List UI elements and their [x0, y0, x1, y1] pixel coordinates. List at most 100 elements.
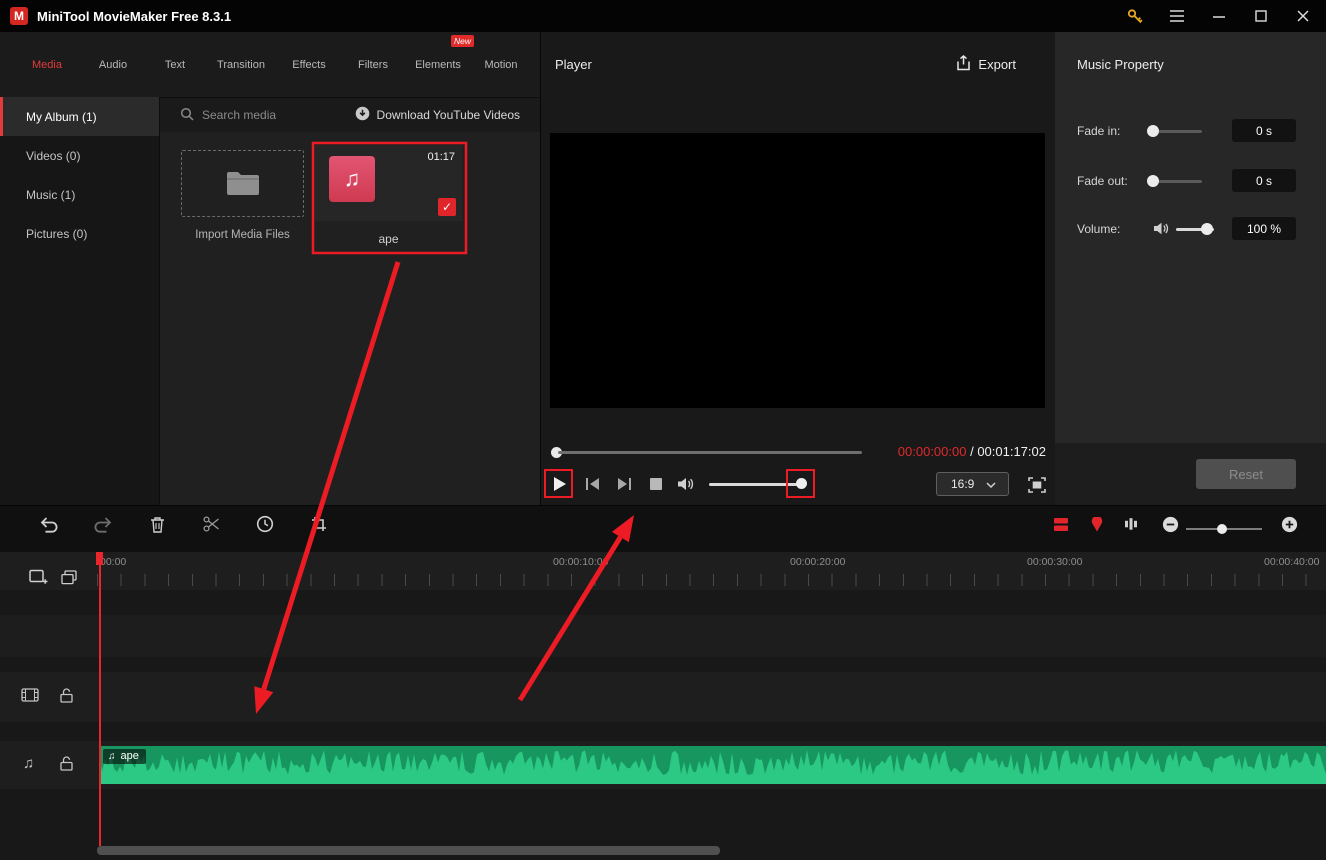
ruler-ticks — [97, 574, 1326, 586]
thumbnail-view-icon[interactable] — [1051, 514, 1071, 534]
marker-icon[interactable] — [1087, 514, 1107, 534]
sidebar-item-my-album[interactable]: My Album (1) — [0, 97, 159, 136]
tab-text[interactable]: Tr Text — [146, 32, 204, 564]
player-title: Player — [555, 57, 592, 72]
timeline-panel: 00:00 00:00:10:00 00:00:20:00 00:00:30:0… — [0, 552, 1326, 860]
current-time: 00:00:00:00 — [897, 444, 967, 459]
reset-button[interactable]: Reset — [1196, 459, 1296, 489]
tab-audio[interactable]: ♪ Audio — [80, 32, 146, 565]
speaker-icon — [1153, 221, 1170, 239]
tab-filters[interactable]: Filters — [340, 32, 406, 564]
fade-out-handle[interactable] — [1147, 175, 1159, 187]
video-track-icon — [21, 688, 39, 702]
chevron-down-icon — [986, 477, 996, 491]
import-media-dropzone[interactable] — [181, 150, 304, 217]
app-window: M MiniTool MovieMaker Free 8.3.1 Media A… — [0, 0, 1326, 860]
timeline-ruler[interactable]: 00:00 00:00:10:00 00:00:20:00 00:00:30:0… — [0, 552, 1326, 590]
sidebar-item-videos[interactable]: Videos (0) — [0, 136, 159, 175]
zoom-in-button[interactable] — [1279, 514, 1299, 534]
sidebar-item-pictures[interactable]: Pictures (0) — [0, 214, 159, 253]
crop-button[interactable] — [309, 514, 329, 534]
track-height-icon[interactable] — [1121, 514, 1141, 534]
close-button[interactable] — [1294, 7, 1312, 25]
tab-transition[interactable]: ⇄ Transition — [204, 32, 278, 565]
sidebar-item-label: Pictures (0) — [26, 226, 88, 241]
license-key-icon[interactable] — [1126, 7, 1144, 25]
aspect-ratio-select[interactable]: 16:9 — [936, 472, 1009, 496]
manage-tracks-icon[interactable] — [61, 570, 77, 585]
play-button[interactable] — [547, 471, 573, 497]
media-duration: 01:17 — [427, 151, 455, 163]
undo-button[interactable] — [39, 514, 59, 534]
menu-icon[interactable] — [1168, 7, 1186, 25]
ruler-label: 00:00:10:00 — [553, 556, 609, 568]
titlebar: M MiniTool MovieMaker Free 8.3.1 — [0, 0, 1326, 32]
media-library: Download YouTube Videos Import Media Fil… — [160, 97, 540, 505]
tab-label: Text — [164, 58, 186, 71]
music-track-lock-icon[interactable] — [60, 756, 73, 771]
sidebar-item-label: Videos (0) — [26, 148, 81, 163]
tab-label: Filters — [358, 58, 388, 71]
property-volume-handle[interactable] — [1201, 223, 1213, 235]
music-property-panel: Fade in: 0 s Fade out: 0 s Volume: 100 % — [1055, 97, 1326, 443]
zoom-slider-handle[interactable] — [1217, 524, 1227, 534]
media-nav-tabs: Media ♪ Audio Tr Text ⇄ Transition Effec… — [0, 32, 540, 565]
minimize-button[interactable] — [1210, 7, 1228, 25]
search-input[interactable] — [202, 108, 312, 122]
library-sidebar: My Album (1) Videos (0) Music (1) Pictur… — [0, 97, 160, 505]
sidebar-item-music[interactable]: Music (1) — [0, 175, 159, 214]
ruler-label: 00:00:40:00 — [1264, 556, 1320, 568]
fullscreen-button[interactable] — [1024, 472, 1050, 498]
media-thumbnail: ♫ 01:17 ✓ — [315, 145, 462, 221]
time-display: 00:00:00:00 / 00:01:17:02 — [898, 444, 1046, 459]
window-title: MiniTool MovieMaker Free 8.3.1 — [37, 8, 232, 24]
stop-button[interactable] — [643, 471, 669, 497]
speed-button[interactable] — [255, 514, 275, 534]
split-scissors-button[interactable] — [201, 514, 221, 534]
elements-track — [0, 615, 1326, 657]
audio-waveform — [99, 750, 1326, 784]
volume-track[interactable] — [709, 483, 797, 486]
video-track-lock-icon[interactable] — [60, 688, 73, 703]
timeline-horizontal-scrollbar[interactable] — [97, 846, 720, 855]
redo-button[interactable] — [93, 514, 113, 534]
property-footer: Reset — [1055, 443, 1326, 505]
player-header: Player Export — [540, 32, 1055, 97]
delete-button[interactable] — [147, 514, 167, 534]
folder-icon — [226, 169, 260, 199]
clip-name: ape — [120, 750, 139, 762]
tab-motion[interactable]: Motion — [470, 32, 532, 564]
maximize-button[interactable] — [1252, 7, 1270, 25]
media-item-ape[interactable]: ♫ 01:17 ✓ ape — [315, 145, 462, 249]
ruler-label: 00:00:20:00 — [790, 556, 846, 568]
add-to-track-icon[interactable] — [29, 569, 48, 585]
next-frame-button[interactable] — [611, 471, 637, 497]
fade-in-value: 0 s — [1232, 119, 1296, 142]
seek-track[interactable] — [558, 451, 862, 454]
download-youtube-button[interactable]: Download YouTube Videos — [355, 106, 520, 124]
zoom-out-button[interactable] — [1160, 514, 1180, 534]
audio-clip-ape[interactable]: ♫ ape — [99, 746, 1326, 784]
export-button[interactable]: Export — [956, 32, 1016, 97]
fade-in-handle[interactable] — [1147, 125, 1159, 137]
tab-elements[interactable]: New ★ Elements — [406, 32, 474, 565]
tab-label: Audio — [98, 58, 128, 71]
player-panel: 00:00:00:00 / 00:01:17:02 16:9 — [540, 97, 1055, 505]
tab-media[interactable]: Media — [14, 32, 80, 564]
tab-label: Elements — [415, 58, 461, 71]
volume-label: Volume: — [1077, 222, 1121, 236]
media-name: ape — [378, 232, 399, 246]
total-time: 00:01:17:02 — [977, 444, 1046, 459]
sidebar-item-label: My Album (1) — [26, 109, 97, 124]
volume-handle[interactable] — [796, 478, 807, 489]
previous-frame-button[interactable] — [579, 471, 605, 497]
selected-check-badge[interactable]: ✓ — [438, 198, 456, 216]
download-icon — [355, 106, 370, 124]
ruler-label: 00:00:30:00 — [1027, 556, 1083, 568]
fade-in-label: Fade in: — [1077, 124, 1121, 138]
import-label: Import Media Files — [195, 229, 290, 241]
tab-label: Motion — [484, 58, 518, 71]
tab-effects[interactable]: Effects — [278, 32, 340, 563]
property-header: Music Property — [1055, 32, 1326, 97]
mute-speaker-icon[interactable] — [673, 471, 699, 497]
